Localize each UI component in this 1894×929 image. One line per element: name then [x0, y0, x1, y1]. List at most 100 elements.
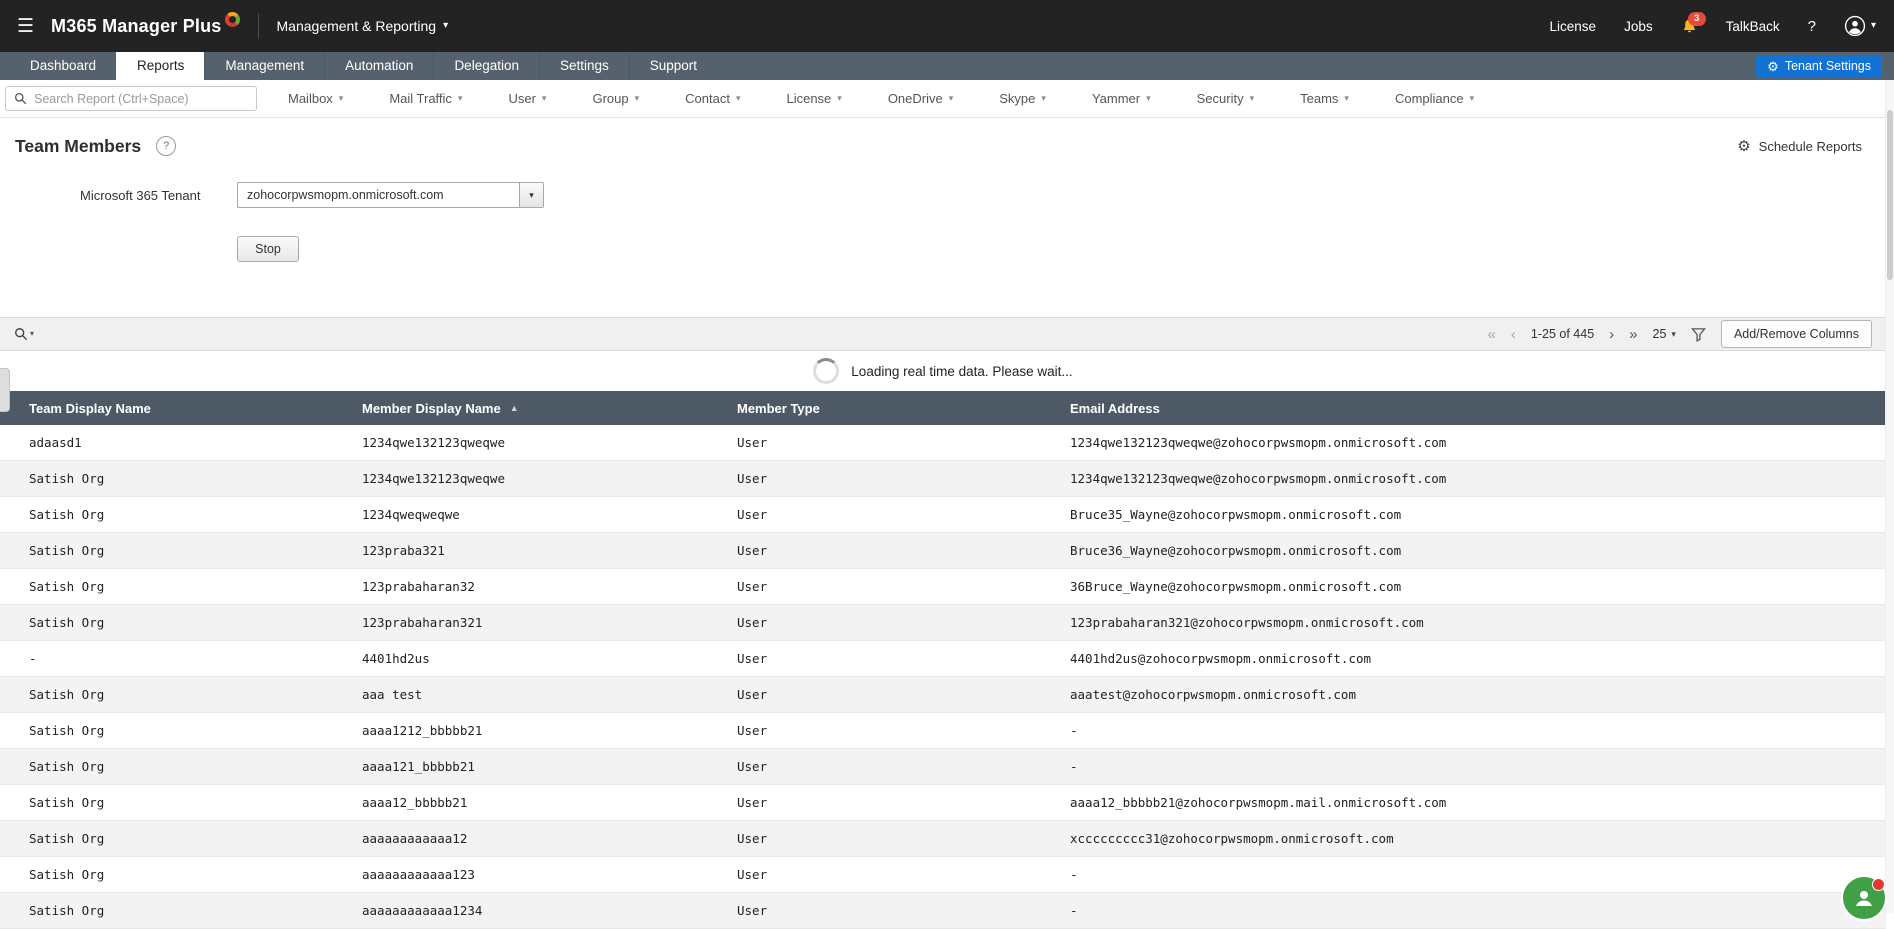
- page-size-select[interactable]: 25 ▾: [1653, 327, 1676, 341]
- cell-email-address: xccccccccc31@zohocorpwsmopm.onmicrosoft.…: [1070, 831, 1394, 846]
- cell-member-display-name: 123prabaharan32: [362, 579, 475, 594]
- nav-tab[interactable]: Dashboard: [10, 52, 116, 80]
- report-menu-label: OneDrive: [887, 91, 943, 106]
- report-menu-item[interactable]: Contact ▾: [662, 91, 763, 106]
- chat-notification-dot: [1872, 878, 1885, 891]
- nav-tab[interactable]: Delegation: [433, 52, 539, 80]
- prev-page-button[interactable]: ‹: [1511, 327, 1516, 342]
- report-menu-item[interactable]: Compliance ▾: [1372, 91, 1497, 106]
- cell-team-display-name: Satish Org: [29, 867, 105, 882]
- cell-email-address: aaatest@zohocorpwsmopm.onmicrosoft.com: [1070, 687, 1356, 702]
- column-header[interactable]: Member Display Name ▲: [333, 401, 708, 416]
- nav-tab[interactable]: Management: [204, 52, 324, 80]
- account-menu[interactable]: ▾: [1844, 15, 1876, 37]
- column-header[interactable]: Member Type: [708, 401, 1041, 416]
- cell-team-display-name: adaasd1: [29, 435, 82, 450]
- module-switcher[interactable]: Management & Reporting ▾: [277, 18, 449, 34]
- cell-team-display-name: Satish Org: [29, 759, 105, 774]
- next-page-button[interactable]: ›: [1609, 327, 1614, 342]
- grid-search-button[interactable]: ▾: [14, 327, 34, 341]
- left-panel-expander[interactable]: [0, 368, 10, 412]
- nav-tab[interactable]: Reports: [116, 52, 205, 80]
- app-logo: M365 Manager Plus: [51, 11, 240, 37]
- report-menu-label: License: [786, 91, 832, 106]
- column-header[interactable]: Team Display Name: [0, 401, 333, 416]
- report-menu-label: Group: [592, 91, 629, 106]
- report-menu-label: Yammer: [1091, 91, 1141, 106]
- column-header-label: Member Display Name: [362, 400, 501, 416]
- cell-member-display-name: 1234qweqweqwe: [362, 507, 460, 522]
- chevron-down-icon[interactable]: ▾: [519, 183, 543, 207]
- cell-email-address: aaaa12_bbbbb21@zohocorpwsmopm.mail.onmic…: [1070, 795, 1447, 810]
- nav-tab[interactable]: Support: [628, 52, 717, 80]
- cell-member-display-name: aaaaaaaaaaaa123: [362, 867, 475, 882]
- cell-team-display-name: Satish Org: [29, 543, 105, 558]
- report-menu-item[interactable]: Group ▾: [569, 91, 662, 106]
- first-page-button[interactable]: «: [1488, 327, 1496, 342]
- chevron-down-icon: ▾: [837, 93, 842, 103]
- cell-member-display-name: aaaaaaaaaaaa12: [362, 831, 468, 846]
- stop-row: Stop: [0, 236, 1886, 262]
- cell-team-display-name: Satish Org: [29, 903, 105, 918]
- talkback-link[interactable]: TalkBack: [1726, 19, 1780, 34]
- cell-team-display-name: Satish Org: [29, 795, 105, 810]
- table-row: Satish Org 1234qweqweqwe User Bruce35_Wa…: [0, 497, 1886, 533]
- table-row: Satish Org aaaaaaaaaaaa12 User xcccccccc…: [0, 821, 1886, 857]
- cell-member-display-name: 123prabaharan321: [362, 615, 483, 630]
- help-button[interactable]: ?: [1808, 18, 1816, 35]
- topbar-right: License Jobs 3 TalkBack ? ▾: [1550, 11, 1894, 37]
- cell-member-type: User: [737, 543, 768, 558]
- vertical-scrollbar[interactable]: [1885, 80, 1894, 913]
- jobs-link[interactable]: Jobs: [1624, 19, 1653, 34]
- filter-button[interactable]: [1690, 327, 1706, 342]
- last-page-button[interactable]: »: [1629, 327, 1637, 342]
- page-help-icon[interactable]: ?: [156, 136, 177, 156]
- cell-team-display-name: Satish Org: [29, 615, 105, 630]
- chevron-down-icon: ▾: [1469, 93, 1475, 103]
- scrollbar-thumb[interactable]: [1887, 110, 1893, 280]
- notifications-button[interactable]: 3: [1681, 11, 1706, 35]
- nav-tab[interactable]: Settings: [538, 52, 629, 80]
- license-link[interactable]: License: [1550, 19, 1597, 34]
- spinner-icon: [813, 358, 840, 384]
- hamburger-menu-icon[interactable]: ☰: [0, 15, 51, 38]
- tenant-settings-button[interactable]: ⚙ Tenant Settings: [1756, 54, 1882, 78]
- report-menu-item[interactable]: OneDrive ▾: [865, 91, 976, 106]
- report-menu-item[interactable]: Yammer ▾: [1069, 91, 1174, 106]
- report-menu-item[interactable]: License ▾: [763, 91, 864, 106]
- cell-member-type: User: [737, 687, 768, 702]
- support-chat-button[interactable]: [1841, 875, 1887, 921]
- cell-member-type: User: [737, 435, 768, 450]
- report-menu-bar: Mailbox ▾ Mail Traffic ▾ User ▾ Group ▾ …: [0, 80, 1886, 118]
- table-row: Satish Org aaaa1212_bbbbb21 User -: [0, 713, 1886, 749]
- cell-email-address: -: [1070, 723, 1078, 738]
- table-row: Satish Org aaaaaaaaaaaa123 User -: [0, 857, 1886, 893]
- report-menu-item[interactable]: Mail Traffic ▾: [366, 91, 485, 106]
- report-menu-label: Security: [1196, 91, 1244, 106]
- report-menu-item[interactable]: Mailbox ▾: [265, 91, 366, 106]
- report-search-input[interactable]: [34, 91, 248, 106]
- nav-tab[interactable]: Automation: [324, 52, 433, 80]
- cell-member-type: User: [737, 723, 768, 738]
- stop-button[interactable]: Stop: [237, 236, 299, 262]
- report-menu-label: Compliance: [1394, 91, 1464, 106]
- tenant-select[interactable]: zohocorpwsmopm.onmicrosoft.com ▾: [237, 182, 544, 208]
- report-menu-item[interactable]: Security ▾: [1174, 91, 1278, 106]
- cell-team-display-name: Satish Org: [29, 723, 105, 738]
- chevron-down-icon: ▾: [1249, 93, 1255, 103]
- page-header: Team Members ? ⚙ Schedule Reports: [0, 124, 1886, 168]
- chevron-down-icon: ▾: [541, 93, 547, 103]
- schedule-reports-button[interactable]: ⚙ Schedule Reports: [1737, 139, 1862, 154]
- sort-asc-icon: ▲: [509, 403, 519, 413]
- add-remove-columns-button[interactable]: Add/Remove Columns: [1720, 320, 1872, 348]
- column-header[interactable]: Email Address: [1041, 401, 1886, 416]
- report-menu-item[interactable]: Teams ▾: [1277, 91, 1372, 106]
- table-row: Satish Org aaaa121_bbbbb21 User -: [0, 749, 1886, 785]
- table-row: Satish Org aaaaaaaaaaaa1234 User -: [0, 893, 1886, 929]
- report-menu-item[interactable]: User ▾: [485, 91, 569, 106]
- filter-funnel-icon: [1690, 327, 1706, 342]
- table-row: Satish Org 123praba321 User Bruce36_Wayn…: [0, 533, 1886, 569]
- loading-message: Loading real time data. Please wait...: [851, 363, 1073, 379]
- cell-member-display-name: 1234qwe132123qweqwe: [362, 435, 505, 450]
- report-menu-item[interactable]: Skype ▾: [976, 91, 1069, 106]
